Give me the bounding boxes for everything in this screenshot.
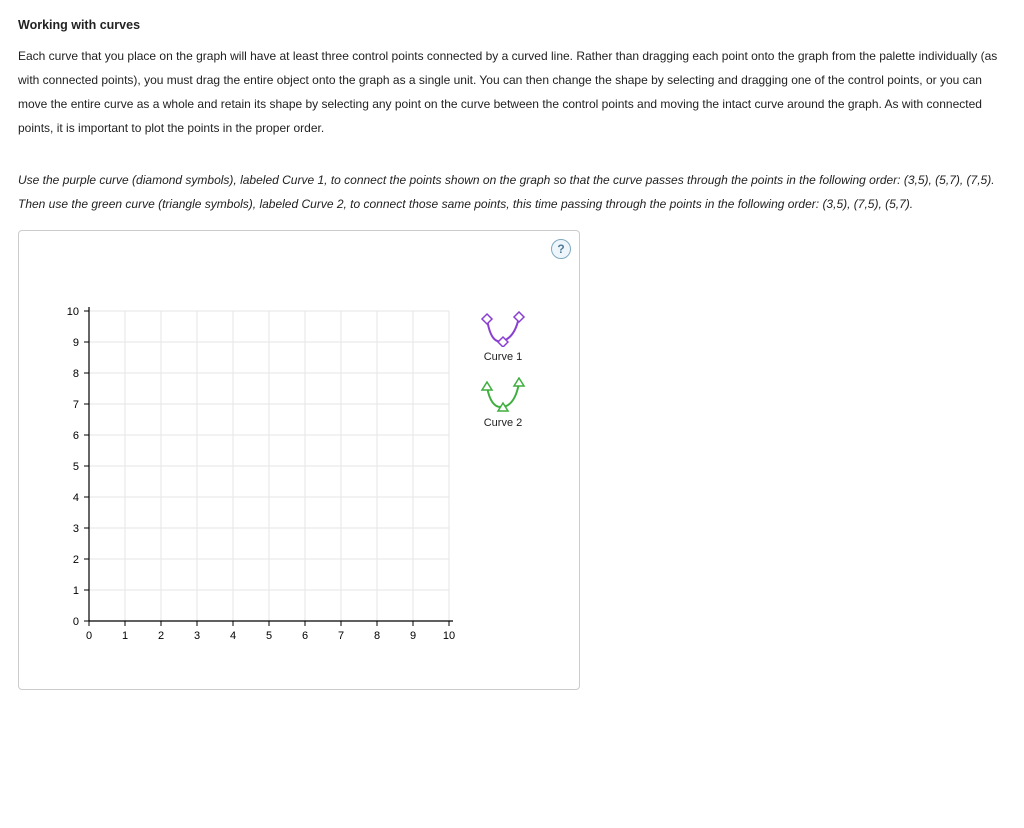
section-heading: Working with curves (18, 18, 1006, 32)
svg-text:5: 5 (73, 461, 79, 473)
body-paragraph: Each curve that you place on the graph w… (18, 44, 1006, 140)
svg-text:1: 1 (122, 630, 128, 642)
graph-svg[interactable]: 0 1 2 3 4 5 6 7 8 9 10 0 1 2 3 4 5 6 7 8 9 10 (39, 301, 469, 661)
curve-palette: Curve 1 Curve 2 (479, 311, 559, 443)
graph-plot[interactable]: 0 1 2 3 4 5 6 7 8 9 10 0 1 2 3 4 5 6 7 8 9 10 (39, 301, 469, 661)
curve-1-icon (479, 311, 527, 347)
svg-text:10: 10 (67, 306, 79, 318)
svg-text:3: 3 (194, 630, 200, 642)
help-button[interactable]: ? (551, 239, 571, 259)
curve-2-icon (479, 377, 527, 413)
svg-text:9: 9 (410, 630, 416, 642)
svg-text:4: 4 (73, 492, 79, 504)
svg-text:6: 6 (73, 430, 79, 442)
curve-2-label: Curve 2 (479, 417, 527, 429)
svg-text:7: 7 (73, 399, 79, 411)
svg-text:0: 0 (86, 630, 92, 642)
svg-text:7: 7 (338, 630, 344, 642)
svg-text:3: 3 (73, 523, 79, 535)
svg-text:2: 2 (158, 630, 164, 642)
svg-text:8: 8 (374, 630, 380, 642)
svg-text:4: 4 (230, 630, 236, 642)
svg-text:10: 10 (443, 630, 455, 642)
svg-text:1: 1 (73, 585, 79, 597)
svg-text:6: 6 (302, 630, 308, 642)
instructions-paragraph: Use the purple curve (diamond symbols), … (18, 168, 1006, 216)
svg-text:9: 9 (73, 337, 79, 349)
palette-curve-2[interactable]: Curve 2 (479, 377, 559, 429)
curve-1-label: Curve 1 (479, 351, 527, 363)
svg-text:2: 2 (73, 554, 79, 566)
svg-text:0: 0 (73, 616, 79, 628)
svg-text:8: 8 (73, 368, 79, 380)
graph-container: ? 0 1 2 3 4 5 6 7 8 9 10 0 1 2 3 4 5 6 7 8 9 10 Curve 1 (18, 230, 580, 690)
svg-text:5: 5 (266, 630, 272, 642)
palette-curve-1[interactable]: Curve 1 (479, 311, 559, 363)
